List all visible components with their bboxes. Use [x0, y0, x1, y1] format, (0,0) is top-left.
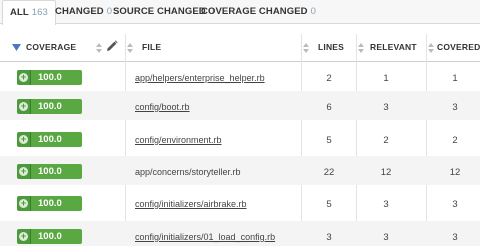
- coverage-percent: 100.0: [31, 132, 82, 147]
- table-row: + 100.0 config/initializers/airbrake.rb …: [0, 188, 480, 217]
- coverage-badge[interactable]: + 100.0: [17, 99, 82, 114]
- relevant-count: 12: [380, 167, 392, 178]
- header-coverage[interactable]: COVERAGE: [26, 32, 76, 62]
- coverage-percent: 100.0: [31, 70, 82, 85]
- covered-count: 2: [452, 135, 458, 146]
- relevant-count: 3: [383, 199, 389, 210]
- table-header: COVERAGE FILE LINES RELEVANT COVERED: [0, 32, 480, 62]
- sort-toggle-icon[interactable]: [96, 43, 102, 53]
- covered-count: 3: [452, 232, 458, 243]
- coverage-percent: 100.0: [31, 99, 82, 114]
- lines-count: 5: [326, 199, 332, 210]
- header-file[interactable]: FILE: [142, 32, 161, 62]
- covered-count: 12: [449, 167, 461, 178]
- relevant-count: 3: [383, 232, 389, 243]
- tab-bar: ALL 163 CHANGED 0 SOURCE CHANGED 0 COVERAGE…: [0, 0, 480, 25]
- sort-toggle-icon[interactable]: [127, 43, 133, 53]
- lines-count: 5: [326, 135, 332, 146]
- sort-toggle-icon[interactable]: [358, 43, 364, 53]
- file-link[interactable]: config/initializers/airbrake.rb: [135, 199, 247, 209]
- plus-circle-icon[interactable]: +: [17, 196, 31, 211]
- relevant-count: 1: [383, 73, 389, 84]
- plus-circle-icon[interactable]: +: [17, 70, 31, 85]
- sort-descending-icon[interactable]: [12, 44, 21, 52]
- table-row: + 100.0 app/concerns/storyteller.rb 22 1…: [0, 156, 480, 185]
- tab-all-label: ALL: [10, 7, 29, 18]
- relevant-count: 2: [383, 135, 389, 146]
- coverage-badge[interactable]: + 100.0: [17, 132, 82, 147]
- sort-toggle-icon[interactable]: [303, 43, 309, 53]
- coverage-badge[interactable]: + 100.0: [17, 229, 82, 244]
- header-lines[interactable]: LINES: [318, 32, 344, 62]
- tab-coverage-changed-label: COVERAGE CHANGED: [201, 6, 308, 17]
- plus-circle-icon[interactable]: +: [17, 132, 31, 147]
- tab-all-count: 163: [31, 7, 48, 18]
- file-link[interactable]: config/initializers/01_load_config.rb: [135, 232, 275, 242]
- file-link[interactable]: app/helpers/enterprise_helper.rb: [135, 73, 265, 83]
- coverage-percent: 100.0: [31, 196, 82, 211]
- table-row: + 100.0 config/boot.rb 6 3 3: [0, 91, 480, 120]
- lines-count: 22: [323, 167, 335, 178]
- table-row: + 100.0 config/environment.rb 5 2 2: [0, 124, 480, 153]
- covered-count: 1: [452, 73, 458, 84]
- coverage-percent: 100.0: [31, 229, 82, 244]
- header-relevant[interactable]: RELEVANT: [370, 32, 417, 62]
- file-link[interactable]: app/concerns/storyteller.rb: [135, 167, 241, 177]
- table-row: + 100.0 app/helpers/enterprise_helper.rb…: [0, 62, 480, 91]
- lines-count: 6: [326, 102, 332, 113]
- coverage-badge[interactable]: + 100.0: [17, 70, 82, 85]
- plus-circle-icon[interactable]: +: [17, 99, 31, 114]
- sort-toggle-icon[interactable]: [428, 43, 434, 53]
- table-row: + 100.0 config/initializers/01_load_conf…: [0, 221, 480, 246]
- lines-count: 3: [326, 232, 332, 243]
- file-link[interactable]: config/environment.rb: [135, 135, 222, 145]
- plus-circle-icon[interactable]: +: [17, 229, 31, 244]
- covered-count: 3: [452, 102, 458, 113]
- header-covered[interactable]: COVERED: [437, 32, 480, 62]
- tab-changed-label: CHANGED: [55, 6, 104, 17]
- coverage-percent: 100.0: [31, 164, 82, 179]
- coverage-badge[interactable]: + 100.0: [17, 196, 82, 211]
- coverage-badge[interactable]: + 100.0: [17, 164, 82, 179]
- covered-count: 3: [452, 199, 458, 210]
- tab-coverage-changed-count: 0: [310, 6, 317, 17]
- pencil-icon[interactable]: [106, 40, 118, 52]
- tab-source-changed-label: SOURCE CHANGED: [113, 6, 206, 17]
- file-link[interactable]: config/boot.rb: [135, 102, 190, 112]
- relevant-count: 3: [383, 102, 389, 113]
- lines-count: 2: [326, 73, 332, 84]
- tab-coverage-changed[interactable]: COVERAGE CHANGED 0: [194, 0, 323, 24]
- plus-circle-icon[interactable]: +: [17, 164, 31, 179]
